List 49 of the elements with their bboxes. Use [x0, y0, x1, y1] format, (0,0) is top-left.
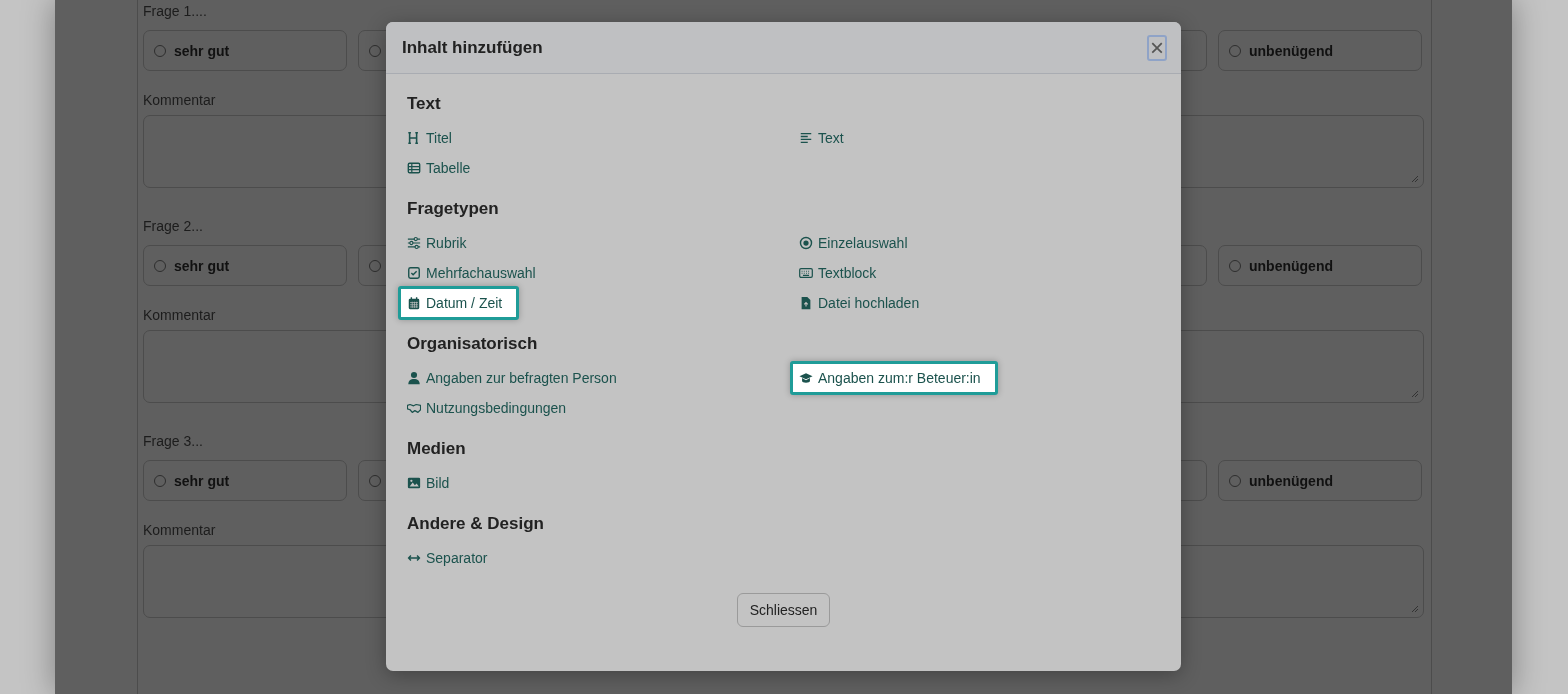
radio-option[interactable]: unbenügend [1218, 245, 1422, 286]
person-icon [407, 371, 421, 385]
content-type-link[interactable]: Angaben zur befragten Person [407, 370, 617, 386]
keyboard-icon [799, 266, 813, 280]
graduation-cap-icon [799, 371, 813, 385]
close-dialog-button[interactable]: Schliessen [736, 593, 831, 627]
section-heading: Text [407, 93, 441, 115]
comment-label: Kommentar [143, 306, 216, 324]
content-type-link[interactable]: Datei hochladen [799, 295, 920, 311]
section-heading: Andere & Design [407, 513, 544, 535]
radio-option[interactable]: sehr gut [143, 30, 347, 71]
content-type-link[interactable]: Angaben zum:r Beteuer:in [790, 361, 998, 395]
radio-option[interactable]: unbenügend [1218, 30, 1422, 71]
content-type-link[interactable]: Datum / Zeit [398, 286, 520, 320]
content-type-link[interactable]: Tabelle [407, 160, 471, 176]
content-type-link[interactable]: Rubrik [407, 235, 467, 251]
radio-option[interactable]: sehr gut [143, 245, 347, 286]
calendar-icon [407, 296, 421, 310]
radio-option[interactable]: unbenügend [1218, 460, 1422, 501]
question-label: Frage 3... [143, 432, 203, 450]
resize-grip-icon[interactable] [1411, 175, 1419, 183]
file-upload-icon [799, 296, 813, 310]
image-icon [407, 476, 421, 490]
section-heading: Fragetypen [407, 198, 499, 220]
heading-icon [407, 131, 421, 145]
content-type-link[interactable]: Mehrfachauswahl [407, 265, 536, 281]
radio-icon [799, 236, 813, 250]
align-left-icon [799, 131, 813, 145]
checkbox-icon [407, 266, 421, 280]
content-type-link[interactable]: Nutzungsbedingungen [407, 400, 567, 416]
question-label: Frage 2... [143, 217, 203, 235]
radio-option[interactable]: sehr gut [143, 460, 347, 501]
table-icon [407, 161, 421, 175]
section-heading: Organisatorisch [407, 333, 538, 355]
content-type-link[interactable]: Textblock [799, 265, 877, 281]
content-type-link[interactable]: Text [799, 130, 844, 146]
content-type-link[interactable]: Einzelauswahl [799, 235, 908, 251]
resize-grip-icon[interactable] [1411, 605, 1419, 613]
question-label: Frage 1.... [143, 2, 207, 20]
section-heading: Medien [407, 438, 466, 460]
comment-label: Kommentar [143, 91, 216, 109]
content-type-link[interactable]: Titel [407, 130, 452, 146]
close-button[interactable]: × [1147, 34, 1167, 61]
content-type-link[interactable]: Separator [407, 550, 488, 566]
sliders-icon [407, 236, 421, 250]
content-type-link[interactable]: Bild [407, 475, 450, 491]
dialog-title: Inhalt hinzufügen [402, 37, 543, 58]
resize-grip-icon[interactable] [1411, 390, 1419, 398]
comment-label: Kommentar [143, 521, 216, 539]
